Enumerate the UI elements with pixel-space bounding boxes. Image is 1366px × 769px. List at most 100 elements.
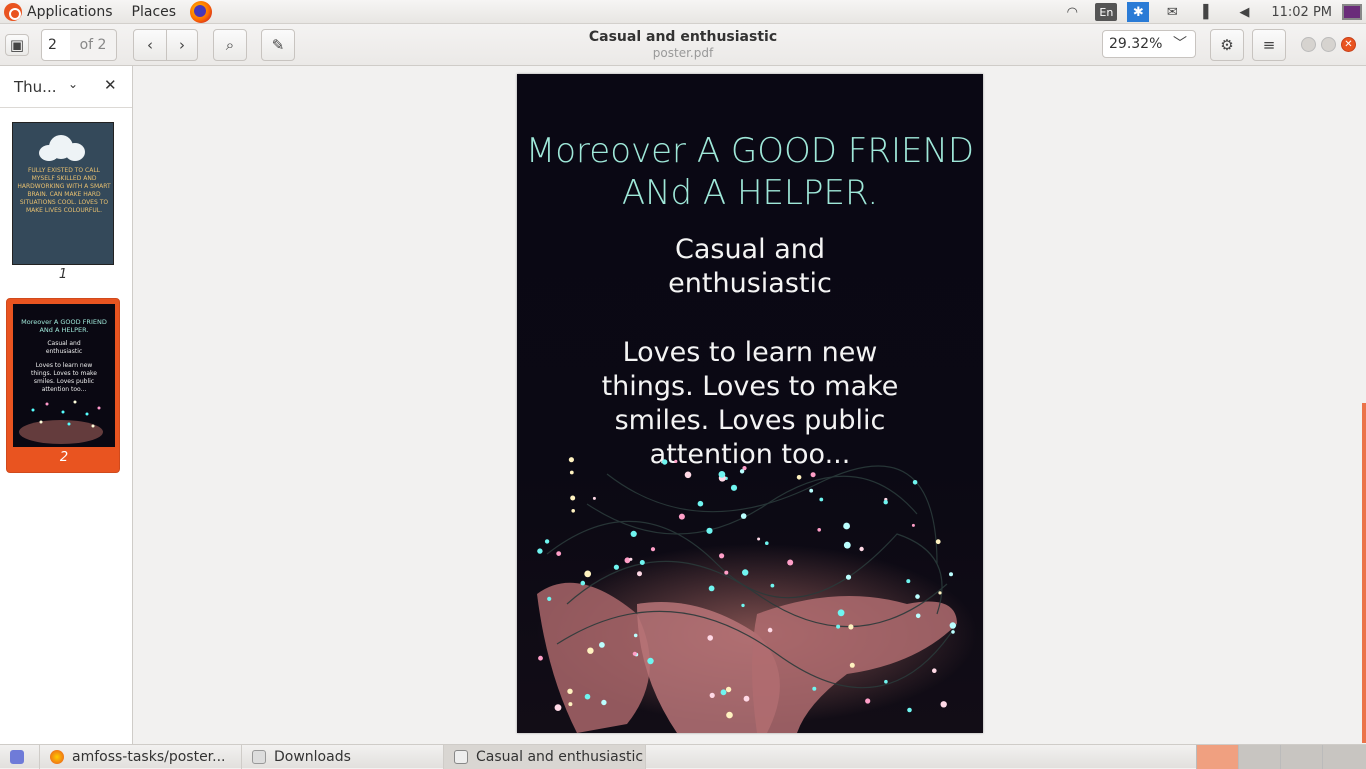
light-bulb <box>662 459 668 465</box>
places-menu[interactable]: Places <box>132 4 177 20</box>
light-bulb <box>865 698 871 704</box>
close-icon[interactable]: ✕ <box>104 76 117 94</box>
light-bulb <box>633 633 638 638</box>
applications-menu[interactable]: Applications <box>27 4 113 20</box>
taskbar-item-firefox[interactable]: amfoss-tasks/poster... <box>40 745 242 769</box>
workspace-3[interactable] <box>1280 745 1322 769</box>
mail-icon[interactable]: ✉ <box>1159 1 1185 23</box>
light-bulb <box>706 527 713 534</box>
sidebar-toggle-icon[interactable]: ▣ <box>5 34 29 56</box>
zoom-value: 29.32% <box>1109 36 1163 52</box>
show-desktop-button[interactable] <box>0 745 40 769</box>
scrollbar[interactable] <box>1362 403 1366 743</box>
thumbnail-sidebar: Thu... ⌄ ✕ FULLY EXISTED TO CALL MYSELF … <box>0 66 133 744</box>
folder-icon <box>252 750 266 764</box>
ubuntu-logo-icon[interactable] <box>4 2 22 21</box>
thumbnail-subtitle: Casual and enthusiastic <box>45 340 83 355</box>
hamburger-icon: ≡ <box>1262 36 1276 54</box>
light-bulb <box>592 496 596 500</box>
thumbnail-page-1[interactable]: FULLY EXISTED TO CALL MYSELF SKILLED AND… <box>6 120 120 282</box>
light-bulb <box>556 551 562 556</box>
poster-subtitle-line-1: Casual and <box>674 234 825 265</box>
menu-button[interactable]: ≡ <box>1252 29 1286 61</box>
light-bulb <box>678 513 685 520</box>
taskbar-item-downloads[interactable]: Downloads <box>242 745 444 769</box>
light-bulb <box>741 603 745 608</box>
edit-icon: ✎ <box>271 36 285 54</box>
workspace-2[interactable] <box>1238 745 1280 769</box>
workspace-4[interactable] <box>1322 745 1366 769</box>
wifi-icon[interactable]: ◠ <box>1059 1 1085 23</box>
light-bulb <box>719 553 725 559</box>
taskbar-item-label: amfoss-tasks/poster... <box>72 749 226 765</box>
light-bulb <box>849 662 855 668</box>
light-bulb <box>537 548 543 554</box>
light-bulb <box>938 591 942 595</box>
light-bulb <box>697 500 704 507</box>
light-bulb <box>836 624 841 629</box>
workspace-1[interactable] <box>1196 745 1238 769</box>
light-bulb <box>630 530 637 537</box>
keyboard-layout-indicator[interactable]: En <box>1095 3 1118 21</box>
firefox-icon[interactable] <box>190 0 213 23</box>
light-bulb <box>883 500 888 505</box>
session-menu-icon[interactable] <box>1342 4 1362 20</box>
page-number-input[interactable]: 2 <box>41 29 71 61</box>
light-bulb <box>601 699 607 706</box>
taskbar-item-document-viewer[interactable]: Casual and enthusiastic <box>444 745 646 769</box>
cloud-icon <box>39 135 87 161</box>
light-bulb <box>730 484 738 491</box>
light-bulb <box>843 522 850 530</box>
light-bulb <box>707 635 713 641</box>
light-bulb <box>544 539 550 544</box>
light-bulb <box>674 459 678 463</box>
light-bulb <box>951 630 955 634</box>
next-page-button[interactable]: › <box>166 29 198 61</box>
clock[interactable]: 11:02 PM <box>1271 1 1332 23</box>
search-icon: ⌕ <box>225 36 235 54</box>
light-bulb <box>742 569 749 576</box>
bluetooth-icon[interactable]: ✱ <box>1127 2 1150 22</box>
light-bulb <box>547 596 552 601</box>
thumbnail-page-2[interactable]: Moreover A GOOD FRIEND ANd A HELPER. Cas… <box>6 298 120 473</box>
light-bulb <box>571 509 575 513</box>
sidebar-mode-label[interactable]: Thu... <box>14 78 56 96</box>
document-viewer-header: ▣ 2 of 2 ‹ › ⌕ ✎ Casual and enthusiastic… <box>0 24 1366 66</box>
light-bulb <box>570 495 576 501</box>
light-bulb <box>859 546 864 552</box>
light-bulb <box>949 572 953 577</box>
previous-page-button[interactable]: ‹ <box>133 29 167 61</box>
minimize-button[interactable] <box>1301 37 1316 52</box>
search-button[interactable]: ⌕ <box>213 29 247 61</box>
light-bulb <box>569 470 574 475</box>
light-bulb <box>949 622 956 629</box>
thumbnail-heading: Moreover A GOOD FRIEND ANd A HELPER. <box>21 318 107 334</box>
chevron-down-icon[interactable]: ⌄ <box>68 77 78 91</box>
light-bulb <box>684 471 692 479</box>
maximize-button[interactable] <box>1321 37 1336 52</box>
chevron-down-icon: ﹀ <box>1173 36 1187 52</box>
poster-heading-line-1: Moreover A GOOD FRIEND <box>525 131 975 171</box>
light-bulb <box>639 560 645 565</box>
close-window-button[interactable]: ✕ <box>1341 37 1356 52</box>
light-bulb <box>613 564 619 570</box>
light-bulb <box>554 704 562 711</box>
light-bulb <box>724 570 729 575</box>
light-bulb <box>911 523 915 527</box>
light-bulb <box>767 627 773 633</box>
light-bulb <box>787 559 794 566</box>
bottom-taskbar: amfoss-tasks/poster... Downloads Casual … <box>0 744 1366 769</box>
light-bulb <box>837 609 845 617</box>
poster-body-line-2: things. Loves to make <box>601 371 899 402</box>
volume-icon[interactable]: ◀ <box>1231 1 1257 23</box>
light-bulb <box>809 488 814 493</box>
poster-heading-line-2: ANd A HELPER. <box>621 173 879 213</box>
light-bulb <box>587 647 594 654</box>
light-bulb <box>624 557 631 564</box>
document-view[interactable]: Moreover A GOOD FRIEND ANd A HELPER. Cas… <box>134 66 1366 744</box>
annotate-button[interactable]: ✎ <box>261 29 295 61</box>
zoom-select[interactable]: 29.32% ﹀ <box>1102 30 1196 58</box>
document-title: Casual and enthusiastic <box>588 29 778 45</box>
battery-icon[interactable]: ▌ <box>1195 1 1221 23</box>
settings-button[interactable]: ⚙ <box>1210 29 1244 61</box>
